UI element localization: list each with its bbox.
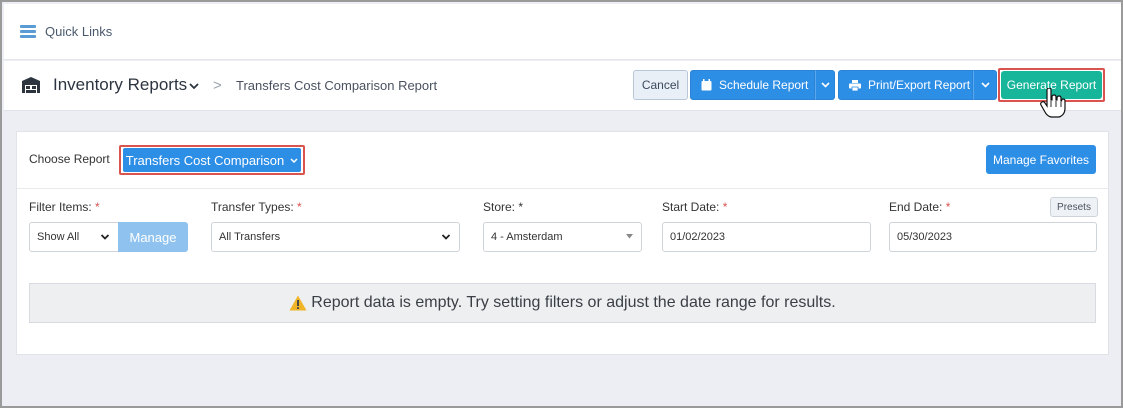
manage-button[interactable]: Manage [118, 222, 188, 252]
end-date-label: End Date: * [889, 200, 950, 214]
required-marker: * [722, 200, 728, 214]
store-label: Store: * [483, 200, 523, 214]
transfer-types-select[interactable]: All Transfers [211, 222, 460, 252]
store-value: 4 - Amsterdam [491, 231, 563, 243]
section-title[interactable]: Inventory Reports [53, 75, 187, 95]
divider [17, 188, 1108, 189]
filter-items-select[interactable]: Show All [29, 222, 119, 252]
print-export-dropdown[interactable] [973, 70, 997, 100]
manage-favorites-label: Manage Favorites [992, 152, 1090, 167]
warning-icon [289, 295, 307, 311]
quick-links-label[interactable]: Quick Links [45, 24, 112, 39]
presets-button[interactable]: Presets [1050, 197, 1098, 217]
store-label-text: Store: [483, 200, 516, 214]
transfer-types-label: Transfer Types: * [211, 200, 302, 214]
report-title: Transfers Cost Comparison Report [236, 78, 438, 93]
choose-report-label: Choose Report [29, 152, 110, 166]
store-select[interactable]: 4 - Amsterdam [483, 222, 642, 252]
manage-favorites-button[interactable]: Manage Favorites [986, 145, 1096, 174]
required-marker: * [297, 200, 302, 214]
start-date-label-text: Start Date: [662, 200, 720, 214]
caret-down-icon [626, 234, 633, 239]
chevron-down-icon [820, 82, 830, 88]
cancel-button[interactable]: Cancel [633, 70, 688, 100]
chevron-down-icon [100, 234, 110, 240]
chevron-down-icon [980, 82, 990, 88]
empty-report-alert: Report data is empty. Try setting filter… [29, 283, 1096, 323]
report-header: Inventory Reports > Transfers Cost Compa… [4, 61, 1121, 111]
required-marker: * [945, 200, 951, 214]
schedule-report-dropdown[interactable] [815, 70, 835, 100]
transfer-types-label-text: Transfer Types: [211, 200, 294, 214]
hand-cursor-icon [1040, 88, 1066, 118]
filter-items-label-text: Filter Items: [29, 200, 92, 214]
print-export-button[interactable]: Print/Export Report [838, 70, 973, 100]
manage-label: Manage [129, 229, 177, 245]
cancel-label: Cancel [641, 78, 680, 92]
report-panel: Choose Report Transfers Cost Comparison … [16, 131, 1109, 355]
choose-report-dropdown[interactable]: Transfers Cost Comparison [123, 148, 301, 172]
start-date-input[interactable]: 01/02/2023 [662, 222, 871, 252]
empty-message: Report data is empty. Try setting filter… [311, 294, 836, 311]
menu-icon[interactable] [20, 25, 36, 39]
schedule-report-label: Schedule Report [719, 78, 809, 92]
breadcrumb-separator: > [213, 77, 222, 94]
chevron-down-icon [441, 234, 451, 240]
end-date-label-text: End Date: [889, 200, 943, 214]
print-export-label: Print/Export Report [868, 78, 971, 92]
filter-items-label: Filter Items: * [29, 200, 100, 214]
warehouse-icon [22, 77, 40, 93]
quick-links-bar: Quick Links [4, 4, 1121, 60]
filter-items-value: Show All [37, 231, 80, 243]
transfer-types-value: All Transfers [219, 231, 281, 243]
presets-label: Presets [1057, 201, 1091, 213]
start-date-label: Start Date: * [662, 200, 727, 214]
printer-icon [849, 79, 861, 91]
end-date-value: 05/30/2023 [897, 231, 953, 243]
required-marker: * [518, 200, 524, 214]
selected-report-label: Transfers Cost Comparison [125, 152, 285, 168]
calendar-icon [701, 79, 712, 91]
required-marker: * [95, 200, 100, 214]
end-date-input[interactable]: 05/30/2023 [889, 222, 1097, 252]
chevron-down-icon [290, 157, 298, 163]
start-date-value: 01/02/2023 [670, 231, 726, 243]
chevron-down-icon[interactable] [188, 80, 200, 92]
schedule-report-button[interactable]: Schedule Report [690, 70, 815, 100]
app-window: Quick Links Inventory Reports > Transfer… [0, 0, 1123, 408]
